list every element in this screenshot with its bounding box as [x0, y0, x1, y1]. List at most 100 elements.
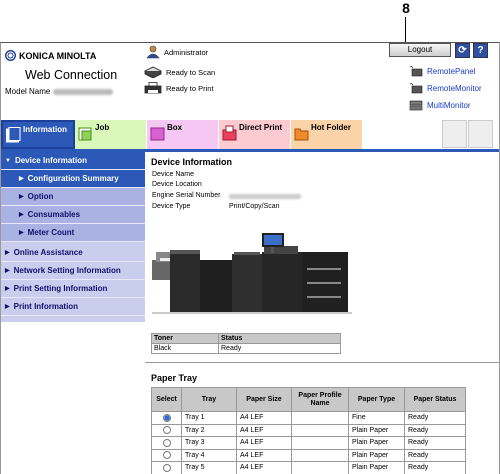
sidebar-item-print-setting-information[interactable]: ▶ Print Setting Information	[1, 280, 145, 298]
tray-paper-profile	[291, 411, 349, 425]
table-row: Tray 1 A4 LEF Fine Ready	[151, 411, 466, 425]
tab-job[interactable]: Job	[75, 120, 147, 149]
tab-hot-folder[interactable]: Hot Folder	[291, 120, 363, 149]
model-name-value-redacted	[53, 88, 114, 95]
tray-paper-profile	[291, 448, 349, 462]
sidebar-item-print-information[interactable]: ▶ Print Information	[1, 298, 145, 316]
tray-select-cell	[151, 423, 182, 437]
remote-panel-icon	[409, 66, 423, 77]
print-status-text: Ready to Print	[166, 83, 214, 93]
tray-paper-status: Ready	[404, 448, 466, 462]
tray-radio[interactable]	[162, 463, 171, 472]
tray-paper-size: A4 LEF	[236, 448, 292, 462]
toner-row: Black Ready	[151, 343, 341, 354]
sidebar-item-configuration-summary[interactable]: ▶ Configuration Summary	[1, 170, 145, 188]
tab-information[interactable]: Information	[1, 120, 75, 149]
table-row: Tray 4 A4 LEF Plain Paper Ready	[151, 448, 466, 462]
toner-header-row: Toner Status	[151, 333, 341, 344]
tray-paper-profile	[291, 461, 349, 474]
tray-radio[interactable]	[162, 438, 171, 447]
table-row: Tray 5 A4 LEF Plain Paper Ready	[151, 461, 466, 474]
display-icon[interactable]	[468, 120, 493, 148]
tray-paper-type: Plain Paper	[348, 436, 405, 450]
triangle-right-icon: ▶	[5, 286, 10, 292]
section-divider	[145, 362, 499, 363]
tab-spacer	[363, 120, 441, 149]
remote-monitor-label: RemoteMonitor	[427, 84, 482, 93]
sidebar-item-label: Consumables	[27, 210, 81, 219]
triangle-right-icon: ▶	[5, 304, 10, 310]
triangle-right-icon: ▶	[19, 176, 24, 182]
sidebar-item-label: Print Setting Information	[13, 284, 108, 293]
tab-direct-print-label: Direct Print	[239, 123, 283, 132]
sidebar-item-label: Configuration Summary	[27, 174, 119, 183]
tab-box[interactable]: Box	[147, 120, 219, 149]
tray-radio[interactable]	[162, 426, 171, 435]
multi-monitor-link[interactable]: MultiMonitor	[409, 100, 471, 111]
tray-name: Tray 3	[181, 436, 237, 450]
sidebar-item-label: Meter Count	[27, 228, 75, 237]
sidebar-item-label: Network Setting Information	[13, 266, 121, 275]
administrator-icon	[146, 45, 160, 59]
tray-name: Tray 4	[181, 448, 237, 462]
remote-panel-link[interactable]: RemotePanel	[409, 66, 475, 77]
job-icon	[78, 127, 92, 141]
tray-name: Tray 5	[181, 461, 237, 474]
printer-icon	[144, 82, 162, 94]
paper-size-col-header: Paper Size	[236, 387, 292, 412]
scanner-icon	[144, 66, 162, 78]
tray-name: Tray 2	[181, 423, 237, 437]
tab-job-label: Job	[95, 123, 110, 132]
toner-status: Ready	[218, 343, 341, 354]
sidebar-item-label: Device Information	[14, 156, 87, 165]
toner-col-header: Toner	[151, 333, 219, 344]
sidebar: ▼ Device Information ▶ Configuration Summa…	[1, 152, 145, 322]
field-label-engine-serial: Engine Serial Number	[152, 192, 221, 199]
brand-logo: KONICA MINOLTA	[5, 50, 96, 61]
tray-paper-type: Plain Paper	[348, 448, 405, 462]
scan-status: Ready to Scan	[144, 66, 215, 78]
tray-paper-size: A4 LEF	[236, 436, 292, 450]
tray-radio[interactable]	[162, 451, 171, 460]
tray-paper-type: Plain Paper	[348, 423, 405, 437]
tray-paper-status: Ready	[404, 436, 466, 450]
tray-header-row: Select Tray Paper Size Paper Profile Nam…	[151, 387, 466, 412]
paper-type-col-header: Paper Type	[348, 387, 405, 412]
paper-profile-col-header: Paper Profile Name	[291, 387, 349, 412]
sidebar-item-label: Online Assistance	[13, 248, 83, 257]
help-icon[interactable]: ?	[473, 43, 488, 58]
toner-table: Toner Status Black Ready	[151, 333, 341, 354]
tab-box-label: Box	[167, 123, 183, 132]
sidebar-item-option[interactable]: ▶ Option	[1, 188, 145, 206]
sidebar-item-meter-count[interactable]: ▶ Meter Count	[1, 224, 145, 242]
konica-minolta-logo-icon	[5, 50, 16, 61]
device-search-icon[interactable]	[442, 120, 467, 148]
tray-paper-size: A4 LEF	[236, 411, 292, 425]
engine-serial-value-redacted	[229, 194, 301, 199]
remote-monitor-link[interactable]: RemoteMonitor	[409, 83, 482, 94]
select-col-header: Select	[151, 387, 182, 412]
tab-direct-print[interactable]: Direct Print	[219, 120, 291, 149]
multi-monitor-icon	[409, 100, 423, 111]
direct-print-icon	[222, 125, 237, 141]
page-title: Device Information	[151, 157, 233, 167]
triangle-right-icon: ▶	[19, 212, 24, 218]
sidebar-item-online-assistance[interactable]: ▶ Online Assistance	[1, 244, 145, 262]
tray-paper-size: A4 LEF	[236, 423, 292, 437]
print-status: Ready to Print	[144, 82, 214, 94]
logout-button[interactable]: Logout	[389, 43, 451, 57]
device-image	[152, 233, 352, 314]
sidebar-item-consumables[interactable]: ▶ Consumables	[1, 206, 145, 224]
sidebar-item-label: Print Information	[13, 302, 79, 311]
sidebar-item-network-setting-information[interactable]: ▶ Network Setting Information	[1, 262, 145, 280]
tray-paper-size: A4 LEF	[236, 461, 292, 474]
refresh-icon[interactable]: ⟳	[455, 43, 470, 58]
sidebar-item-device-information[interactable]: ▼ Device Information	[1, 152, 145, 170]
field-label-device-type: Device Type	[152, 203, 191, 210]
tray-radio[interactable]	[162, 413, 171, 422]
brand-name: KONICA MINOLTA	[19, 50, 97, 61]
tray-paper-profile	[291, 423, 349, 437]
triangle-right-icon: ▶	[19, 230, 24, 236]
scan-status-text: Ready to Scan	[166, 67, 216, 77]
sidebar-item-label: Option	[27, 192, 54, 201]
